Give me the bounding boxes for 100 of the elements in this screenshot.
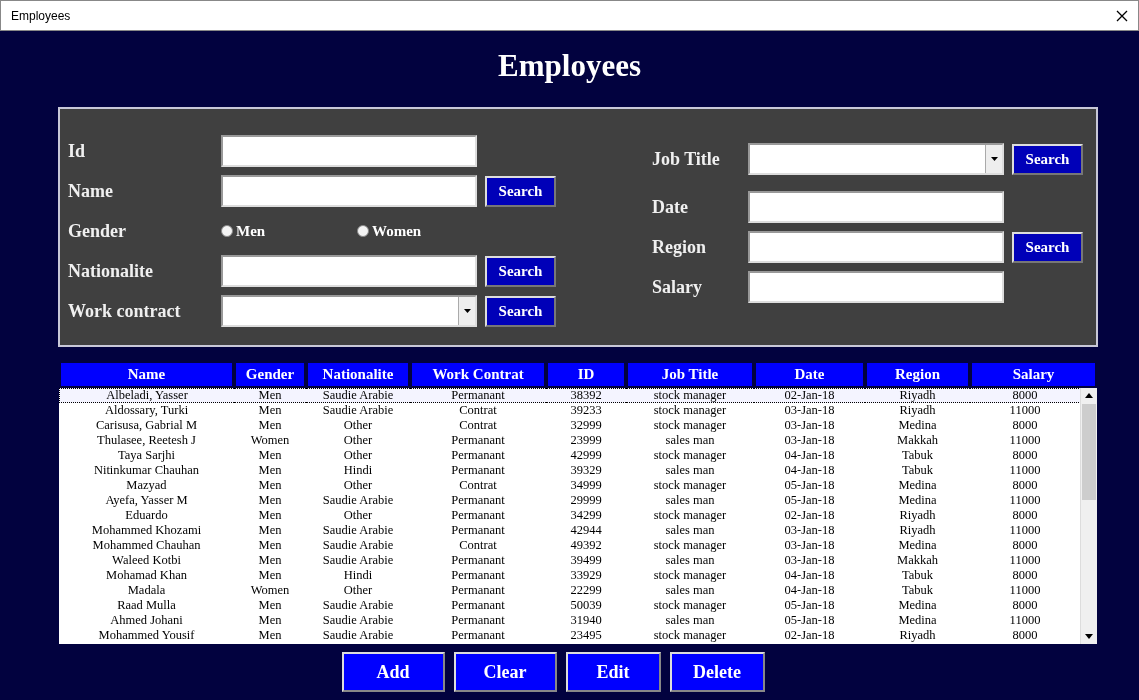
radio-button[interactable] [357,225,369,237]
table-cell: 8000 [1012,627,1038,642]
search-button[interactable]: Search [485,255,556,287]
table-cell-text: Eduardo [124,507,169,523]
table-cell-text: Men [257,417,283,433]
table-cell-text: Permanant [450,492,506,508]
action-button[interactable]: Add [341,652,445,692]
table-cell: 11000 [1009,462,1041,477]
dropdown-arrow-icon[interactable] [990,157,998,161]
dropdown-arrow-icon[interactable] [463,309,471,313]
table-row[interactable]: Mazyad Men Other Contrat 34999 stock manager 05-Jan-18 Medina 8000 [59,477,1097,493]
table-cell: 8000 [1012,507,1038,522]
table-cell-text: Saudie Arabie [321,612,395,628]
table-cell-text: stock manager [652,417,728,433]
column-header[interactable]: Region [865,363,970,388]
table-cell-text: Other [342,447,374,463]
table-cell-text: Carisusa, Gabrial M [95,417,198,433]
search-button[interactable]: Search [485,295,556,327]
table-cell-text: stock manager [652,447,728,463]
table-cell-text: Riyadh [898,402,937,418]
column-header[interactable]: Date [754,363,865,388]
table-row[interactable]: Raad Mulla Men Saudie Arabie Permanant 50039 stock manager 05-Jan-18 Medina 8000 [59,597,1097,613]
table-cell-text: Medina [897,612,938,628]
column-header[interactable]: Gender [234,363,306,388]
column-header[interactable]: Name [59,363,234,388]
field-label: Name [68,179,114,203]
table-cell-text: Saudie Arabie [321,552,395,568]
table-cell-text: 03-Jan-18 [783,402,836,418]
table-row[interactable]: Carisusa, Gabrial M Men Other Contrat 32999 stock manager 03-Jan-18 Medina 8000 [59,417,1097,433]
column-header[interactable]: Salary [970,363,1097,388]
table-cell-text: Makkah [896,552,939,568]
column-header[interactable]: Nationalite [306,363,410,388]
table-row[interactable]: Ayefa, Yasser M Men Saudie Arabie Permanant 29999 sales man 05-Jan-18 Medina 11000 [59,492,1097,508]
table-cell-text: Permanant [450,552,506,568]
table-cell-text: Mohamad Khan [105,567,188,583]
table-cell-text: stock manager [652,567,728,583]
table-cell-text: Mohammed Khozami [90,522,203,538]
table-cell-text: Men [257,402,283,418]
table-cell-text: Riyadh [898,507,937,523]
radio-option[interactable]: Women [357,219,493,243]
dropdown-field[interactable] [748,143,1004,175]
text-field[interactable] [748,271,1004,303]
table-row[interactable]: Thulasee, Reetesh J Women Other Permanant 23999 sales man 03-Jan-18 Makkah 11000 [59,432,1097,448]
scroll-thumb[interactable] [1082,404,1096,500]
table-cell-text: sales man [664,582,716,598]
action-button[interactable]: Clear [453,652,557,692]
table-cell-text: Mazyad [125,477,168,493]
column-header[interactable]: ID [546,363,626,388]
table-cell-text: Medina [897,537,938,553]
table-row[interactable]: Ahmed Johani Men Saudie Arabie Permanant 31940 sales man 05-Jan-18 Medina 11000 [59,612,1097,628]
action-button[interactable]: Delete [669,652,765,692]
text-field[interactable] [748,191,1004,223]
table-cell-text: 39329 [569,462,603,478]
table-cell-text: sales man [664,522,716,538]
text-field[interactable] [748,231,1004,263]
table-row[interactable]: Aldossary, Turki Men Saudie Arabie Contrat 39233 stock manager 03-Jan-18 Riyadh 11000 [59,402,1097,418]
radio-button[interactable] [221,225,233,237]
search-button[interactable]: Search [1012,231,1083,263]
table-cell-text: stock manager [652,477,728,493]
table-row[interactable]: Madala Women Other Permanant 22299 sales man 04-Jan-18 Tabuk 11000 [59,582,1097,598]
dropdown-field[interactable] [221,295,477,327]
column-header[interactable]: Job Title [626,363,754,388]
radio-option[interactable]: Men [221,219,357,243]
table-row[interactable]: Mohamad Khan Men Hindi Permanant 33929 stock manager 04-Jan-18 Tabuk 8000 [59,567,1097,583]
table-cell-text: Contrat [458,537,498,553]
table-row[interactable]: Albeladi, Yasser Men Saudie Arabie Permanant 38392 stock manager 02-Jan-18 Riyadh 8000 [59,387,1097,403]
table-cell-text: Mohammed Chauhan [91,537,202,553]
table-cell-text: sales man [664,492,716,508]
table-row[interactable]: Taya Sarjhi Men Other Permanant 42999 stock manager 04-Jan-18 Tabuk 8000 [59,447,1097,463]
close-icon[interactable] [1116,9,1128,22]
table-cell-text: Other [342,477,374,493]
column-header[interactable]: Work Contrat [410,363,546,388]
table-row[interactable]: Mohammed Yousif Men Saudie Arabie Permanant 23495 stock manager 02-Jan-18 Riyadh 8000 [59,627,1097,643]
table-cell-text: stock manager [652,507,728,523]
table-cell-text: stock manager [652,537,728,553]
table-cell-text: 33929 [569,567,603,583]
text-field[interactable] [221,135,477,167]
action-button[interactable]: Edit [565,652,661,692]
table-cell-text: Men [257,507,283,523]
search-button[interactable]: Search [1012,143,1083,175]
table-cell-text: stock manager [652,597,728,613]
table-row[interactable]: Nitinkumar Chauhan Men Hindi Permanant 39329 sales man 04-Jan-18 Tabuk 11000 [59,462,1097,478]
table-cell-text: 42944 [569,522,603,538]
table-row[interactable]: Mohammed Khozami Men Saudie Arabie Permanant 42944 sales man 03-Jan-18 Riyadh 11000 [59,522,1097,538]
table-cell-text: 03-Jan-18 [783,537,836,553]
table-cell-text: Taya Sarjhi [116,447,177,463]
table-cell-text: Other [342,432,374,448]
table-cell-text: 03-Jan-18 [783,552,836,568]
table-cell-text: Riyadh [898,627,937,643]
table-row[interactable]: Mohammed Chauhan Men Saudie Arabie Contrat 49392 stock manager 03-Jan-18 Medina 8000 [59,537,1097,553]
table-cell-text: Permanant [450,432,506,448]
table-row[interactable]: Eduardo Men Other Permanant 34299 stock manager 02-Jan-18 Riyadh 8000 [59,507,1097,523]
table-cell-text: Other [342,582,374,598]
table-row[interactable]: Waleed Kotbi Men Saudie Arabie Permanant 39499 sales man 03-Jan-18 Makkah 11000 [59,552,1097,568]
text-field[interactable] [221,255,477,287]
search-button[interactable]: Search [485,175,556,207]
text-field[interactable] [221,175,477,207]
table-cell-text: Permanant [450,597,506,613]
table-cell-text: 03-Jan-18 [783,432,836,448]
scrollbar[interactable] [1080,388,1097,644]
